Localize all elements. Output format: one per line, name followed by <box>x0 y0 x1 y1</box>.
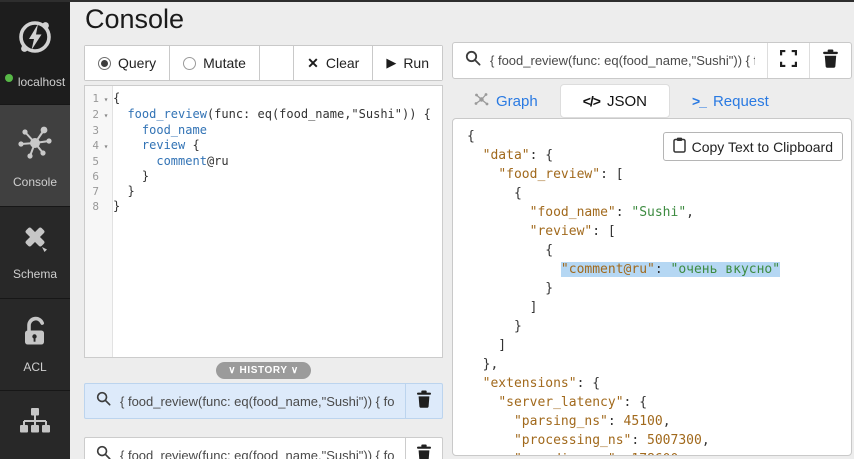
result-tabs: Graph </> JSON >_ Request <box>452 84 791 118</box>
result-query-text-area[interactable]: { food_review(func: eq(food_name,"Sushi"… <box>453 43 767 78</box>
history-toggle-badge[interactable]: ∨ HISTORY ∨ <box>216 362 311 379</box>
sidebar-item-label: Console <box>13 175 57 189</box>
dgraph-logo-icon <box>14 16 56 63</box>
trash-icon <box>822 49 839 73</box>
mutate-radio-button[interactable]: Mutate <box>170 46 260 80</box>
graph-network-icon <box>15 123 55 168</box>
sidebar-item-schema[interactable]: Schema <box>0 207 70 299</box>
sidebar-item-console[interactable]: Console <box>0 105 70 207</box>
sidebar-item-label: localhost <box>18 75 65 89</box>
trash-icon <box>416 444 432 459</box>
tab-graph-label: Graph <box>496 93 538 110</box>
graph-network-icon <box>474 92 489 111</box>
history-entry-delete-button[interactable] <box>405 384 442 418</box>
tab-json[interactable]: </> JSON <box>560 84 670 118</box>
history-entry-delete-button[interactable] <box>405 438 442 459</box>
crossed-tools-icon <box>17 225 53 260</box>
tab-json-label: JSON <box>607 93 647 110</box>
history-entry-text: { food_review(func: eq(food_name,"Sushi"… <box>120 448 394 459</box>
page-title: Console <box>85 4 184 35</box>
query-label: Query <box>118 55 156 71</box>
search-icon <box>96 445 111 459</box>
clear-button[interactable]: ✕ Clear <box>294 46 373 80</box>
json-result-panel: Copy Text to Clipboard { "data": { "food… <box>452 118 852 456</box>
window-top-edge <box>0 0 854 2</box>
history-entry[interactable]: { food_review(func: eq(food_name,"Sushi"… <box>84 437 443 459</box>
fullscreen-icon <box>780 50 797 72</box>
run-button[interactable]: ▶ Run <box>373 46 442 80</box>
copy-to-clipboard-button[interactable]: Copy Text to Clipboard <box>663 132 843 161</box>
trash-icon <box>416 390 432 413</box>
delete-result-button[interactable] <box>809 43 851 78</box>
sidebar-item-label: ACL <box>23 360 46 374</box>
toolbar-spacer <box>260 46 294 80</box>
tab-graph[interactable]: Graph <box>452 84 560 118</box>
connection-status-dot <box>5 74 13 82</box>
search-icon <box>465 50 481 71</box>
result-query-text: { food_review(func: eq(food_name,"Sushi"… <box>490 53 755 68</box>
tab-request-label: Request <box>713 93 769 110</box>
history-entry-text: { food_review(func: eq(food_name,"Sushi"… <box>120 394 394 409</box>
code-icon: </> <box>583 93 600 109</box>
clipboard-icon <box>673 137 686 156</box>
history-entry-main[interactable]: { food_review(func: eq(food_name,"Sushi"… <box>85 384 405 418</box>
tab-request[interactable]: >_ Request <box>670 84 791 118</box>
terminal-icon: >_ <box>692 93 706 109</box>
ratel-console-window: localhost Console <box>0 0 854 459</box>
query-code-editor[interactable]: 1▾{2▾ food_review(func: eq(food_name,"Su… <box>84 85 443 358</box>
radio-unselected-icon <box>183 57 196 70</box>
search-icon <box>96 391 111 411</box>
cluster-icon <box>18 408 52 443</box>
radio-selected-icon <box>98 57 111 70</box>
json-response-text: { "data": { "food_review": [ { "food_nam… <box>467 127 780 456</box>
clear-x-icon: ✕ <box>307 55 319 72</box>
sidebar-item-localhost[interactable]: localhost <box>0 0 70 105</box>
sidebar-item-acl[interactable]: ACL <box>0 299 70 391</box>
history-entry-main[interactable]: { food_review(func: eq(food_name,"Sushi"… <box>85 438 405 459</box>
sidebar-item-cluster[interactable] <box>0 391 70 459</box>
query-radio-button[interactable]: Query <box>85 46 170 80</box>
run-play-icon: ▶ <box>386 55 396 71</box>
sidebar-item-label: Schema <box>13 267 57 281</box>
editor-lines: 1▾{2▾ food_review(func: eq(food_name,"Su… <box>85 91 442 214</box>
mutate-label: Mutate <box>203 55 246 71</box>
run-label: Run <box>403 55 429 71</box>
history-section: ∨ HISTORY ∨ <box>84 360 443 379</box>
fullscreen-button[interactable] <box>767 43 809 78</box>
editor-toolbar: Query Mutate ✕ Clear ▶ Run <box>84 45 443 81</box>
sidebar: localhost Console <box>0 0 70 459</box>
copy-button-label: Copy Text to Clipboard <box>692 139 833 155</box>
clear-label: Clear <box>326 55 359 71</box>
unlock-icon <box>18 316 52 353</box>
result-query-bar: { food_review(func: eq(food_name,"Sushi"… <box>452 42 852 79</box>
history-entry-selected[interactable]: { food_review(func: eq(food_name,"Sushi"… <box>84 383 443 419</box>
